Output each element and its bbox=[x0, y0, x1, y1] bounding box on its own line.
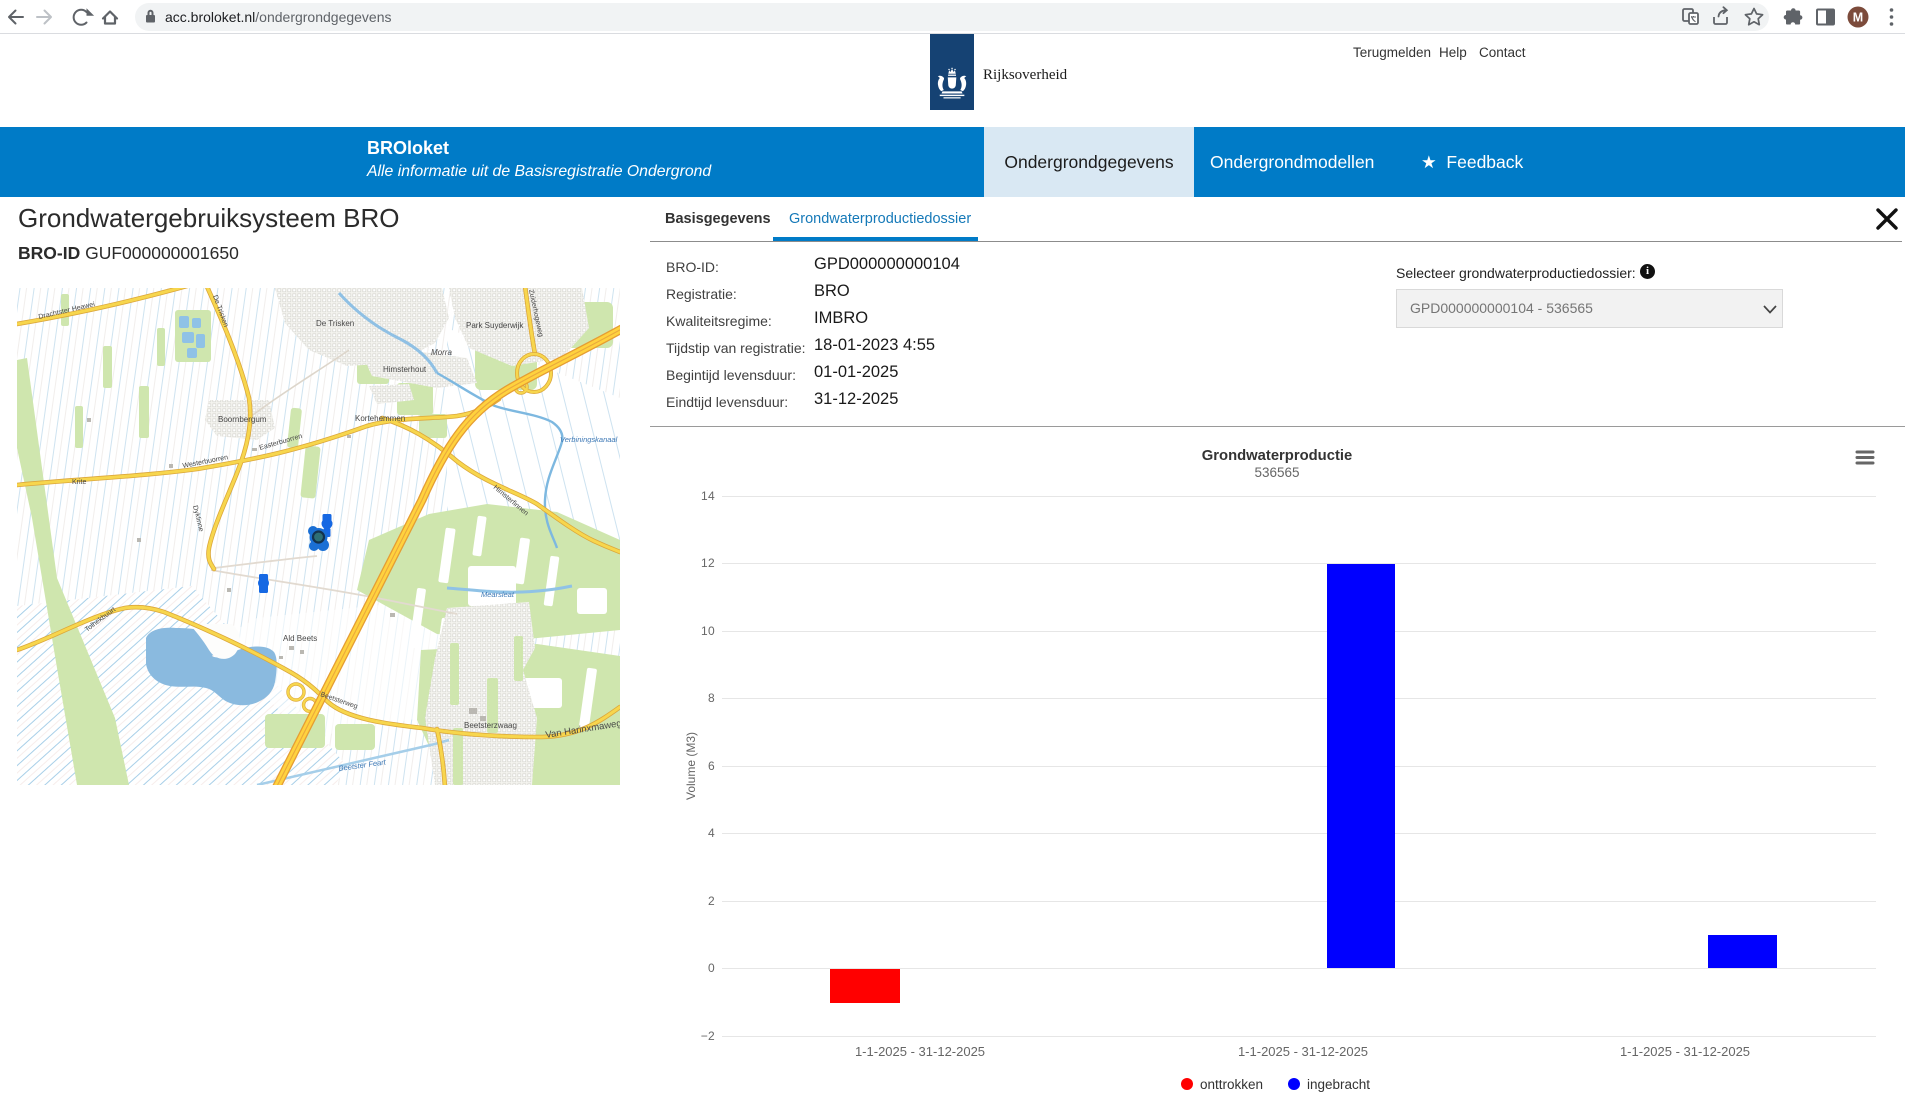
svg-text:De Trisken: De Trisken bbox=[316, 319, 354, 328]
svg-text:Mearsleat: Mearsleat bbox=[481, 590, 515, 599]
svg-text:Ald Beets: Ald Beets bbox=[283, 634, 317, 643]
svg-text:Verbiningskanaal: Verbiningskanaal bbox=[560, 435, 618, 444]
svg-text:Krite: Krite bbox=[72, 479, 87, 486]
svg-text:Morra: Morra bbox=[431, 348, 452, 357]
svg-text:M: M bbox=[1853, 11, 1863, 25]
svg-text:Kortehemmen: Kortehemmen bbox=[355, 414, 405, 423]
svg-text:Boornbergum: Boornbergum bbox=[218, 415, 267, 424]
svg-text:Himsterhout: Himsterhout bbox=[383, 365, 427, 374]
svg-text:Park Suyderwijk: Park Suyderwijk bbox=[466, 321, 524, 330]
svg-text:Beetsterzwaag: Beetsterzwaag bbox=[464, 721, 517, 730]
